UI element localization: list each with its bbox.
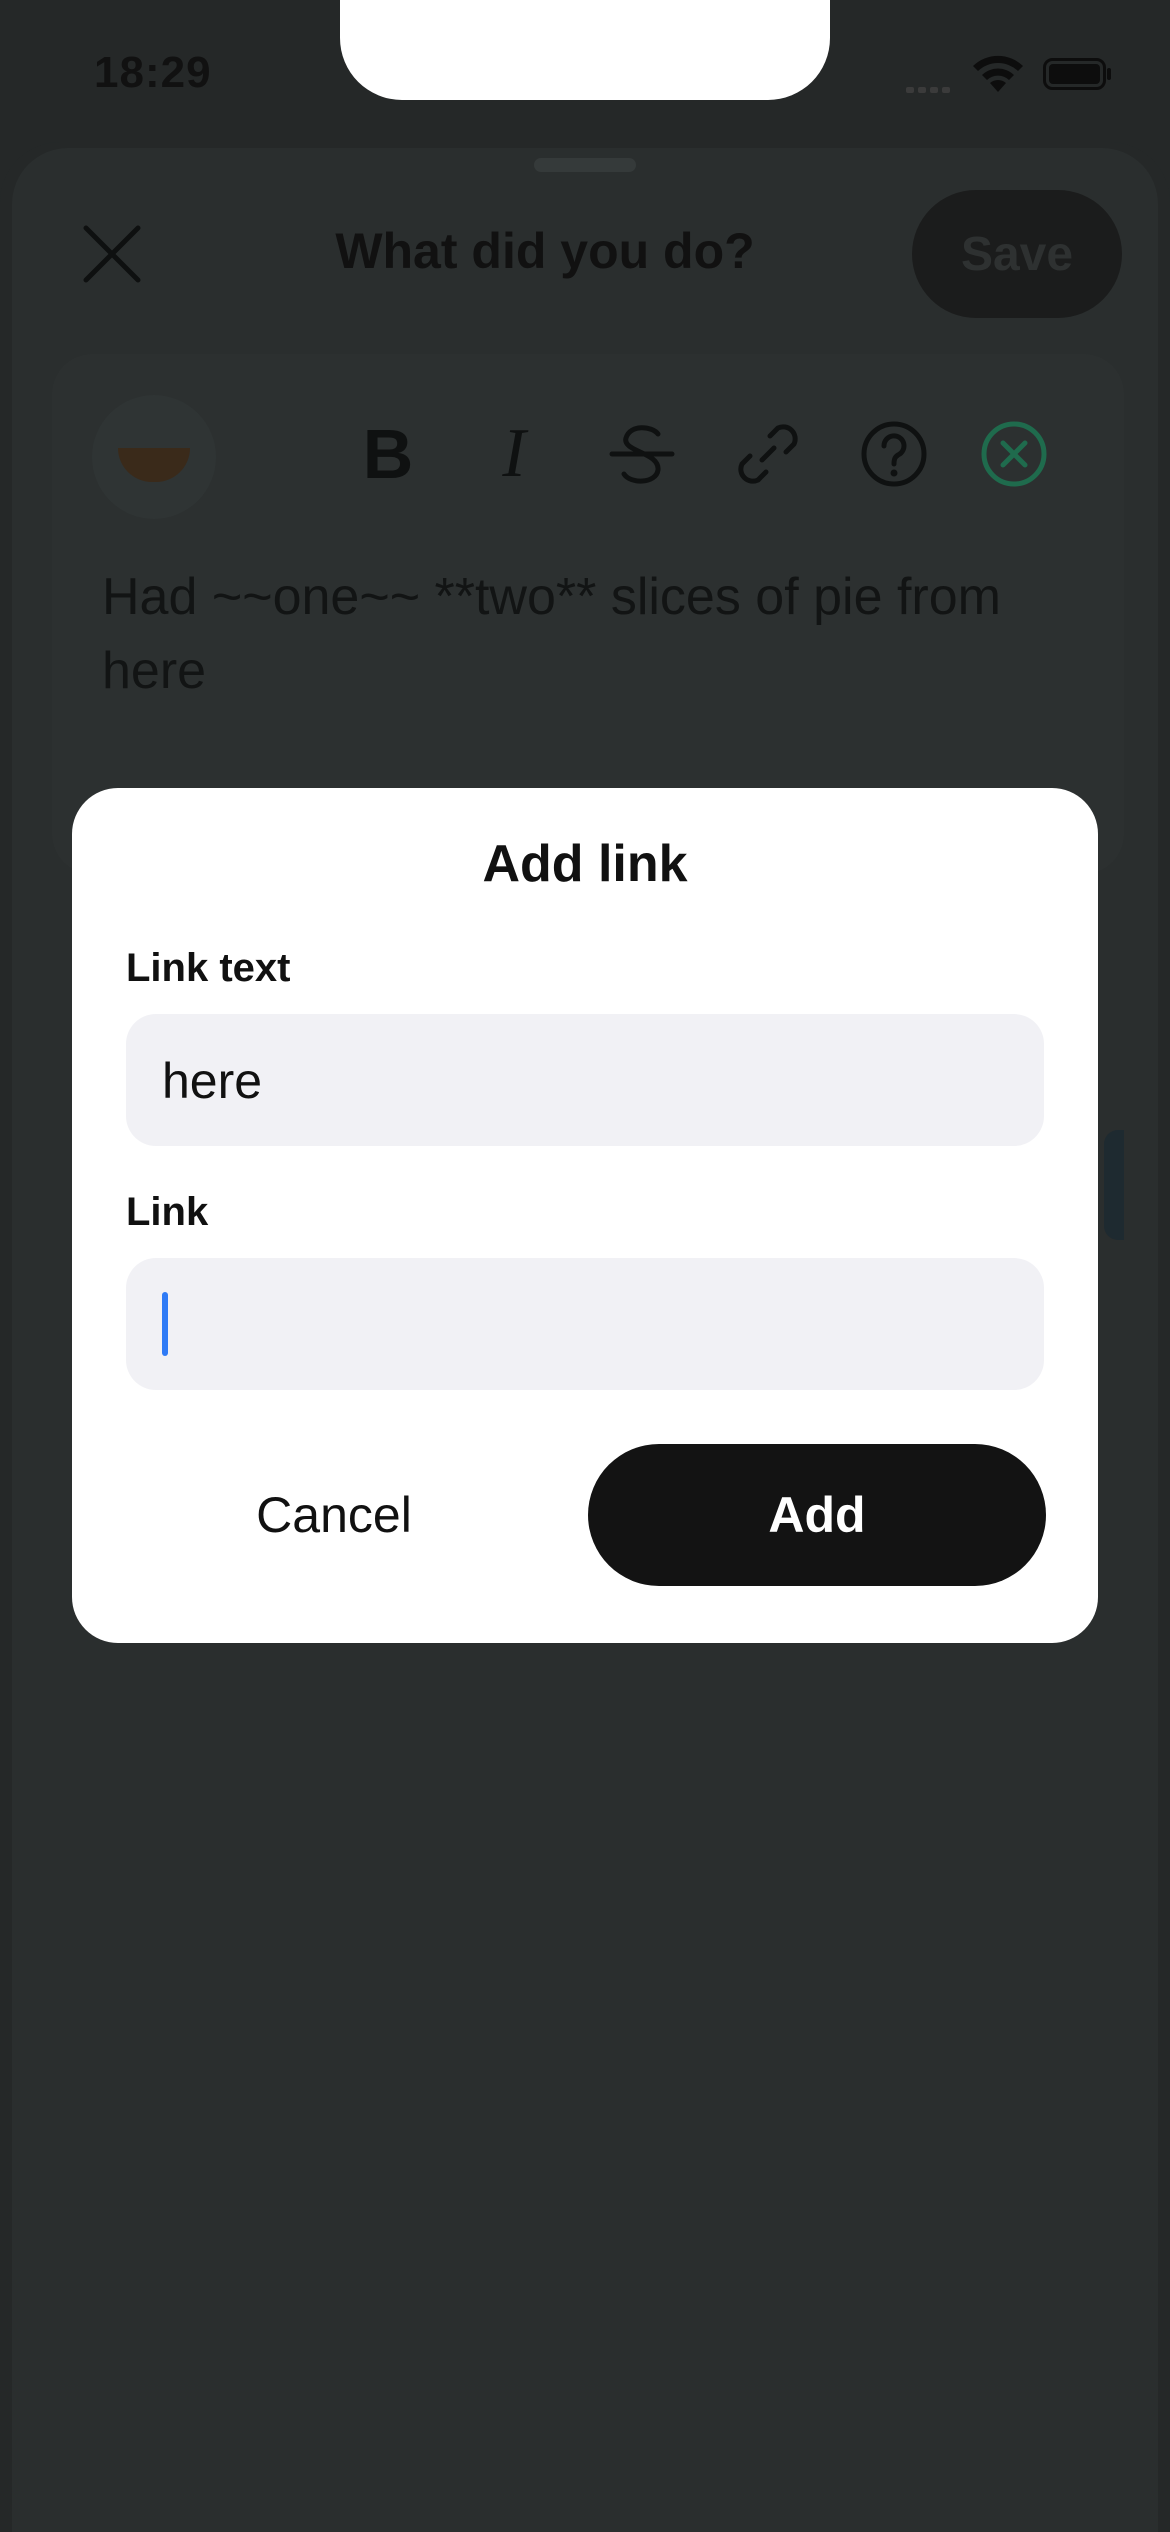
link-text-input[interactable]: here [126,1014,1044,1146]
text-caret [162,1292,168,1356]
link-label: Link [126,1190,209,1234]
clear-formatting-icon[interactable] [972,412,1056,496]
add-button[interactable]: Add [588,1444,1046,1586]
link-text-label: Link text [126,946,291,990]
side-handle [1104,1130,1124,1240]
add-link-dialog: Add link Link text here Link Cancel Add [72,788,1098,1643]
status-time: 18:29 [94,48,212,97]
editor-text[interactable]: Had ~~one~~ **two** slices of pie from h… [102,560,1092,708]
link-url-input[interactable] [126,1258,1044,1390]
italic-button[interactable]: I [472,412,556,496]
link-icon[interactable] [726,412,810,496]
device-notch [340,0,830,100]
help-icon[interactable] [852,412,936,496]
link-text-value: here [162,1053,263,1109]
save-button[interactable]: Save [912,190,1122,318]
dialog-title: Add link [482,835,688,893]
strikethrough-icon[interactable] [600,412,684,496]
bold-button[interactable]: B [346,412,430,496]
status-bar: 18:29 [0,0,1170,150]
cellular-signal-icon [906,80,958,93]
wifi-icon [973,55,1023,92]
sheet-grabber[interactable] [534,158,636,172]
cancel-button[interactable]: Cancel [164,1444,504,1586]
battery-icon [1043,58,1111,90]
